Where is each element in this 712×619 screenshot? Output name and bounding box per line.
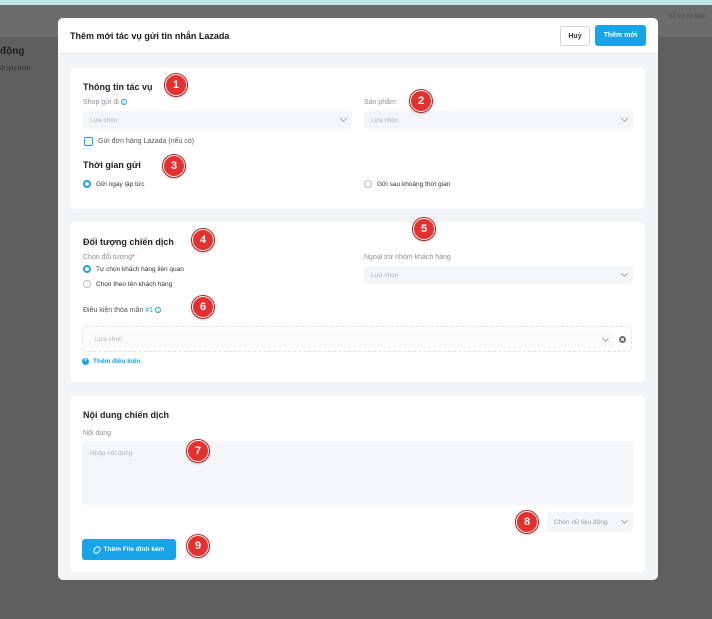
condition-count: #1	[145, 307, 154, 314]
annotation-marker-8: 8	[516, 511, 538, 533]
exclude-group-placeholder: Lựa chọn	[371, 271, 399, 279]
annotation-marker-6: 6	[192, 296, 214, 318]
add-condition-label: Thêm điều kiện	[93, 358, 141, 365]
shop-select-placeholder: Lựa chọn	[90, 116, 118, 124]
dynamic-data-label: Chèn dữ liệu động	[554, 518, 608, 526]
campaign-content-card: Nội dung chiến dịch Nội dung Nhập nội du…	[70, 395, 645, 573]
campaign-content-title: Nội dung chiến dịch	[83, 410, 169, 420]
add-new-button[interactable]: Thêm mới	[595, 25, 646, 46]
exclude-group-label: Ngoại trừ nhóm khách hàng	[364, 254, 451, 261]
product-select-placeholder: Lựa chọn	[371, 116, 399, 124]
chevron-down-icon	[601, 334, 610, 343]
content-placeholder: Nhập nội dung	[90, 450, 133, 457]
condition-placeholder: Lựa chọn	[95, 336, 123, 343]
plus-circle-icon: +	[82, 358, 89, 365]
modal-title: Thêm mới tác vụ gửi tin nhắn Lazada	[70, 31, 230, 41]
info-icon[interactable]: i	[155, 307, 162, 314]
choose-target-text: Chọn đối tượng	[83, 254, 132, 261]
attach-file-label: Thêm File đính kèm	[103, 546, 165, 553]
content-textarea[interactable]: Nhập nội dung	[82, 441, 633, 505]
add-condition-button[interactable]: + Thêm điều kiện	[82, 358, 140, 365]
send-later-label: Gửi sau khoảng thời gian	[377, 180, 451, 188]
gear-icon[interactable]	[619, 336, 626, 343]
send-time-title: Thời gian gửi	[83, 160, 141, 170]
lazada-order-checkbox[interactable]	[84, 137, 93, 146]
exclude-group-select[interactable]: Lựa chọn	[364, 266, 633, 284]
condition-label: Điều kiện thỏa mãn #1 i	[83, 307, 162, 314]
chevron-down-icon	[620, 516, 629, 525]
background-page-subtitle: ất quy trình	[0, 66, 31, 72]
choose-target-label: Chọn đối tượng*	[83, 254, 135, 261]
chevron-down-icon	[339, 114, 348, 123]
target-related-label: Tự chọn khách hàng liên quan	[96, 265, 184, 273]
send-later-option[interactable]: Gửi sau khoảng thời gian	[364, 180, 450, 188]
radio-icon[interactable]	[83, 280, 91, 288]
background-page-title: động	[0, 46, 25, 57]
annotation-marker-5: 5	[413, 218, 435, 240]
annotation-marker-1: 1	[165, 74, 187, 96]
content-label: Nội dung	[83, 430, 112, 437]
campaign-target-title: Đối tượng chiến dịch	[83, 237, 174, 247]
condition-label-text: Điều kiện thỏa mãn	[83, 307, 144, 314]
target-by-name-option[interactable]: Chọn theo tên khách hàng	[83, 280, 172, 288]
task-info-card: Thông tin tác vụ Shop gửi đi i Lựa chọn S…	[70, 67, 645, 209]
radio-icon[interactable]	[364, 180, 372, 188]
product-label: Sản phẩm	[364, 99, 396, 106]
lazada-order-label: Gửi đơn hàng Lazada (nếu có)	[98, 138, 195, 145]
shop-select[interactable]: Lựa chọn	[83, 111, 352, 129]
task-info-title: Thông tin tác vụ	[83, 82, 153, 92]
shop-label: Shop gửi đi i	[83, 99, 127, 106]
radio-selected-icon[interactable]	[83, 265, 91, 273]
annotation-marker-2: 2	[410, 90, 432, 112]
annotation-marker-9: 9	[187, 535, 209, 557]
product-select[interactable]: Lựa chọn	[364, 111, 633, 129]
add-task-modal: Thêm mới tác vụ gửi tin nhắn Lazada Huỷ …	[58, 18, 658, 580]
annotation-marker-4: 4	[192, 229, 214, 251]
cancel-button[interactable]: Huỷ	[560, 26, 590, 46]
modal-header: Thêm mới tác vụ gửi tin nhắn Lazada Huỷ …	[58, 18, 658, 54]
radio-selected-icon[interactable]	[83, 180, 91, 188]
target-related-option[interactable]: Tự chọn khách hàng liên quan	[83, 265, 184, 273]
attach-file-button[interactable]: Thêm File đính kèm	[82, 539, 176, 560]
paperclip-icon	[91, 544, 102, 555]
required-mark: *	[131, 254, 135, 261]
send-now-option[interactable]: Gửi ngay lập tức	[83, 180, 144, 188]
condition-box: Lựa chọn	[82, 326, 632, 352]
annotation-marker-7: 7	[187, 440, 209, 462]
background-header-text: hỗ trợ ôn kiện	[669, 14, 706, 20]
shop-label-text: Shop gửi đi	[83, 99, 119, 106]
send-now-label: Gửi ngay lập tức	[96, 180, 145, 188]
campaign-target-card: Đối tượng chiến dịch Chọn đối tượng* Tự …	[70, 222, 645, 382]
chevron-down-icon	[620, 269, 629, 278]
chevron-down-icon	[620, 114, 629, 123]
info-icon[interactable]: i	[120, 99, 127, 106]
dynamic-data-select[interactable]: Chèn dữ liệu động	[547, 512, 633, 532]
condition-select[interactable]: Lựa chọn	[87, 331, 614, 348]
target-by-name-label: Chọn theo tên khách hàng	[96, 280, 173, 288]
annotation-marker-3: 3	[163, 155, 185, 177]
